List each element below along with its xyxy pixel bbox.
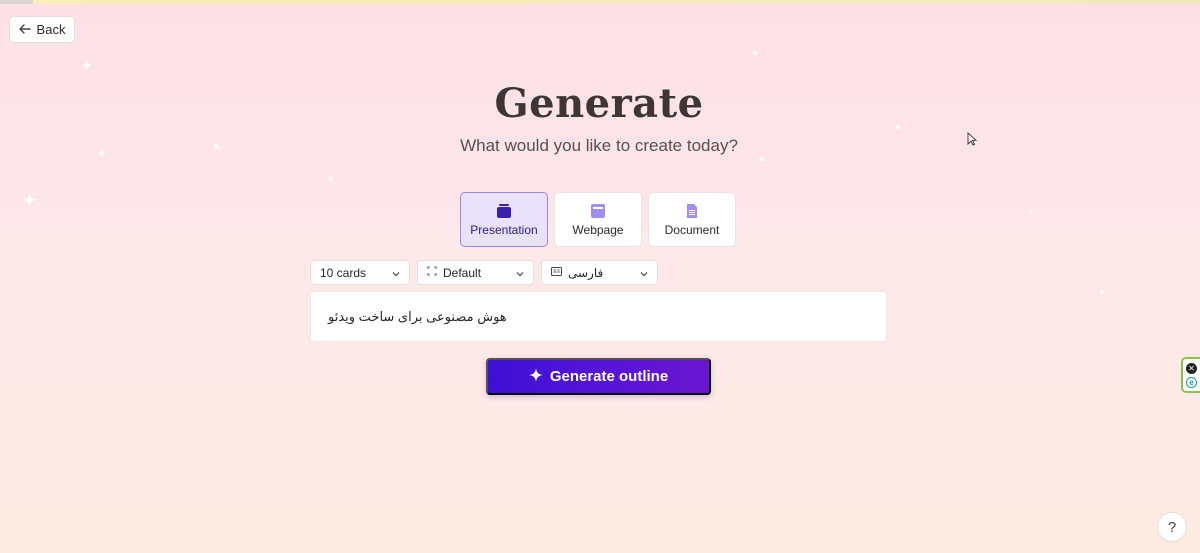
generate-outline-label: Generate outline xyxy=(549,368,669,385)
theme-select[interactable]: Default xyxy=(417,260,534,285)
back-label: Back xyxy=(36,22,66,37)
language-value: فارسی xyxy=(568,265,604,280)
type-card-document[interactable]: Document xyxy=(648,192,736,247)
chevron-down-icon xyxy=(639,268,649,282)
arrow-left-icon xyxy=(18,22,31,37)
prompt-text: هوش مصنوعی برای ساخت ویدئو xyxy=(328,309,507,324)
page-subtitle: What would you like to create today? xyxy=(460,136,738,155)
sparkle-icon xyxy=(528,367,543,386)
expand-icon xyxy=(427,266,437,279)
language-icon xyxy=(551,266,562,279)
top-progress-strip xyxy=(0,0,1200,4)
sparkle-icon: ✦ xyxy=(80,58,94,75)
sparkle-dot xyxy=(759,157,764,162)
chevron-down-icon xyxy=(391,268,401,282)
extension-e-icon[interactable]: e xyxy=(1186,376,1197,388)
theme-value: Default xyxy=(443,265,482,280)
type-card-label: Webpage xyxy=(572,223,624,237)
generate-outline-button[interactable]: Generate outline xyxy=(486,358,711,395)
sparkle-dot xyxy=(329,177,333,181)
document-icon xyxy=(684,203,700,222)
webpage-icon xyxy=(590,203,606,222)
sparkle-dot xyxy=(753,51,757,55)
chevron-down-icon xyxy=(515,268,525,282)
type-card-webpage[interactable]: Webpage xyxy=(554,192,642,247)
close-icon[interactable]: ✕ xyxy=(1186,362,1197,374)
help-button[interactable]: ? xyxy=(1157,512,1187,542)
cards-count-select[interactable]: 10 cards xyxy=(310,260,410,285)
sparkle-dot xyxy=(1030,210,1033,213)
type-card-label: Document xyxy=(664,223,720,237)
presentation-icon xyxy=(496,203,512,222)
extension-widget: ✕ e xyxy=(1181,357,1200,393)
sparkle-dot xyxy=(1100,290,1104,294)
back-button[interactable]: Back xyxy=(9,16,75,43)
mouse-cursor-icon xyxy=(967,131,978,151)
page-title: Generate xyxy=(494,80,704,127)
sparkle-icon: ✦ xyxy=(21,190,38,212)
type-card-label: Presentation xyxy=(470,223,538,237)
language-select[interactable]: فارسی xyxy=(541,260,658,285)
cards-count-value: 10 cards xyxy=(320,265,367,280)
prompt-input[interactable]: هوش مصنوعی برای ساخت ویدئو xyxy=(310,291,887,342)
help-label: ? xyxy=(1167,518,1177,536)
type-card-presentation[interactable]: Presentation xyxy=(460,192,548,247)
